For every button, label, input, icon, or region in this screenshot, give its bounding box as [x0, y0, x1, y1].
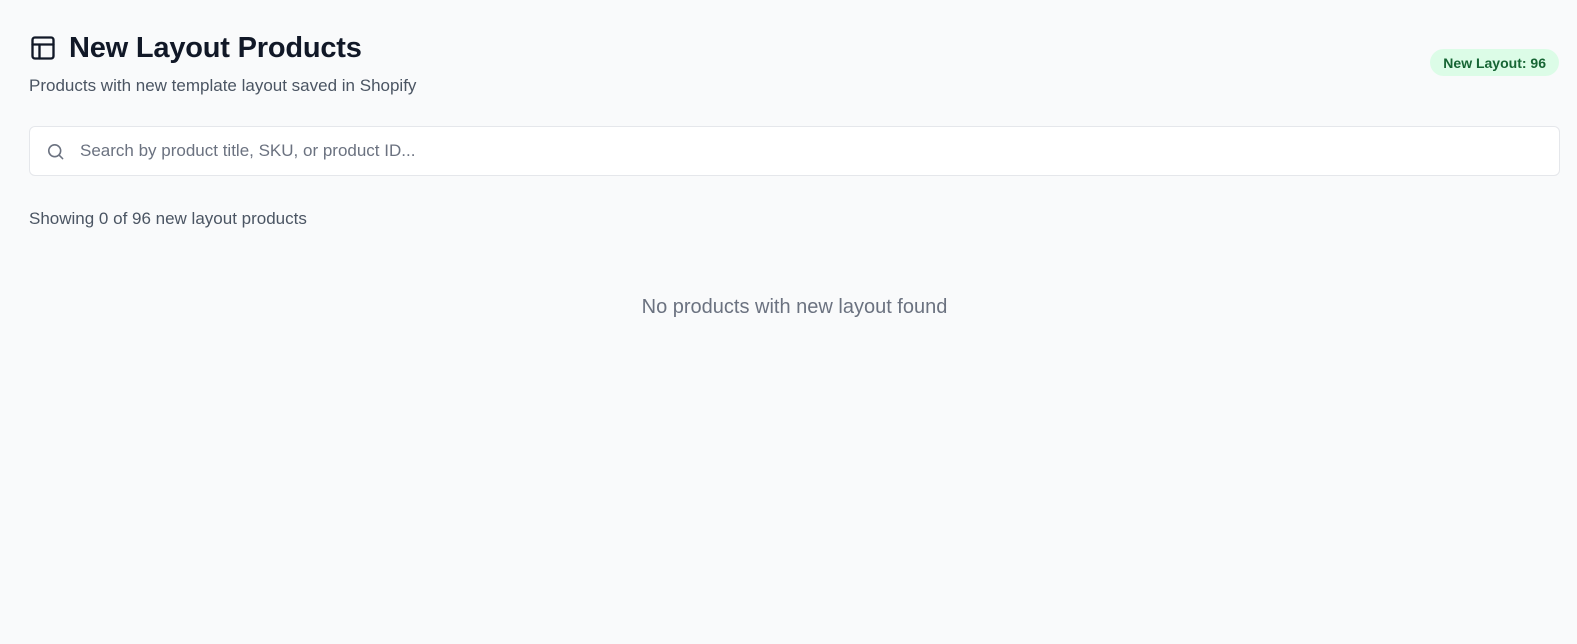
layout-icon: [29, 34, 57, 62]
page-subtitle: Products with new template layout saved …: [29, 76, 417, 95]
page-title: New Layout Products: [69, 32, 362, 64]
page-header: New Layout Products Products with new te…: [29, 30, 416, 97]
title-row: New Layout Products: [29, 30, 416, 66]
new-layout-products-page: New Layout Products Products with new te…: [0, 0, 1577, 644]
results-count: Showing 0 of 96 new layout products: [29, 209, 307, 228]
empty-state-message: No products with new layout found: [641, 296, 948, 318]
search-input[interactable]: [80, 136, 1540, 166]
new-layout-count-badge: New Layout: 96: [1430, 49, 1559, 76]
search-icon: [45, 141, 65, 161]
search-box[interactable]: [29, 126, 1560, 176]
